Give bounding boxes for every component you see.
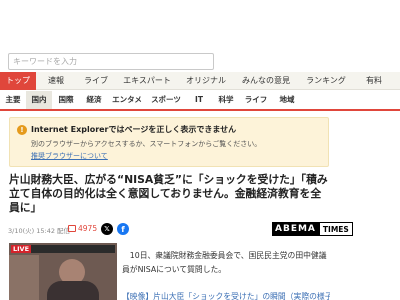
facebook-share-icon[interactable]: f — [117, 223, 129, 235]
category-tab-life[interactable]: ライフ — [240, 91, 272, 109]
main-nav-item-live[interactable]: ライブ — [76, 72, 116, 90]
recommended-browser-link[interactable]: 推奨ブラウザーについて — [31, 151, 108, 161]
browser-warning-notice: ! Internet Explorerではページを正しく表示できません 別のブラ… — [9, 117, 329, 167]
browser-warning-desc: 別のブラウザーからアクセスするか、スマートフォンからご覧ください。 — [31, 140, 262, 148]
main-nav: トップ 速報 ライブ エキスパート オリジナル みんなの意見 ランキング 有料 — [0, 72, 400, 90]
main-nav-item-expert[interactable]: エキスパート — [116, 72, 178, 90]
category-tab-science[interactable]: 科学 — [212, 91, 240, 109]
category-tab-entertainment[interactable]: エンタメ — [108, 91, 146, 109]
category-tab-sports[interactable]: スポーツ — [146, 91, 186, 109]
x-share-icon[interactable]: 𝕏 — [101, 223, 113, 235]
category-tab-local[interactable]: 地域 — [272, 91, 302, 109]
browser-warning-title: Internet Explorerではページを正しく表示できません — [31, 125, 237, 134]
main-nav-item-paid[interactable]: 有料 — [354, 72, 394, 90]
main-nav-item-ranking[interactable]: ランキング — [298, 72, 354, 90]
category-tab-main[interactable]: 主要 — [0, 91, 26, 109]
search-area: キーワードを入力 — [0, 0, 400, 70]
article-body: 10日、衆議院財務金融委員会で、国民民主党の田中健議員がNISAについて質問した… — [122, 251, 327, 274]
source-logo-main: ABEMA — [272, 222, 319, 236]
article-thumbnail[interactable]: LIVE — [9, 243, 117, 300]
main-nav-item-top[interactable]: トップ — [0, 72, 36, 90]
source-logo-sub: TIMES — [318, 222, 353, 236]
category-tab-economy[interactable]: 経済 — [80, 91, 108, 109]
search-placeholder: キーワードを入力 — [13, 57, 77, 66]
category-tab-international[interactable]: 国際 — [52, 91, 80, 109]
warning-icon: ! — [17, 125, 27, 135]
main-nav-item-original[interactable]: オリジナル — [178, 72, 234, 90]
category-nav: 主要 国内 国際 経済 エンタメ スポーツ IT 科学 ライフ 地域 — [0, 91, 400, 111]
thumbnail-caption-bar — [31, 245, 115, 253]
comment-count[interactable]: 4975 — [78, 224, 97, 233]
thumbnail-background — [9, 255, 39, 300]
article-headline: 片山財務大臣、広がる“NISA貧乏”に「ショックを受けた」「積み立て自体の目的化… — [9, 173, 328, 214]
main-nav-item-opinion[interactable]: みんなの意見 — [234, 72, 298, 90]
related-video-link[interactable]: 【映像】片山大臣「ショックを受けた」の瞬間（実際の様子） — [122, 292, 330, 300]
category-tab-it[interactable]: IT — [186, 91, 212, 109]
category-tab-domestic[interactable]: 国内 — [26, 91, 52, 109]
comment-icon[interactable] — [68, 225, 76, 232]
main-nav-item-breaking[interactable]: 速報 — [36, 72, 76, 90]
thumbnail-person-body — [47, 281, 99, 300]
live-badge: LIVE — [11, 245, 32, 253]
source-logo[interactable]: ABEMA TIMES — [272, 221, 353, 237]
article-date: 3/10(火) 15:42 配信 — [8, 227, 71, 235]
search-input[interactable]: キーワードを入力 — [8, 53, 214, 70]
